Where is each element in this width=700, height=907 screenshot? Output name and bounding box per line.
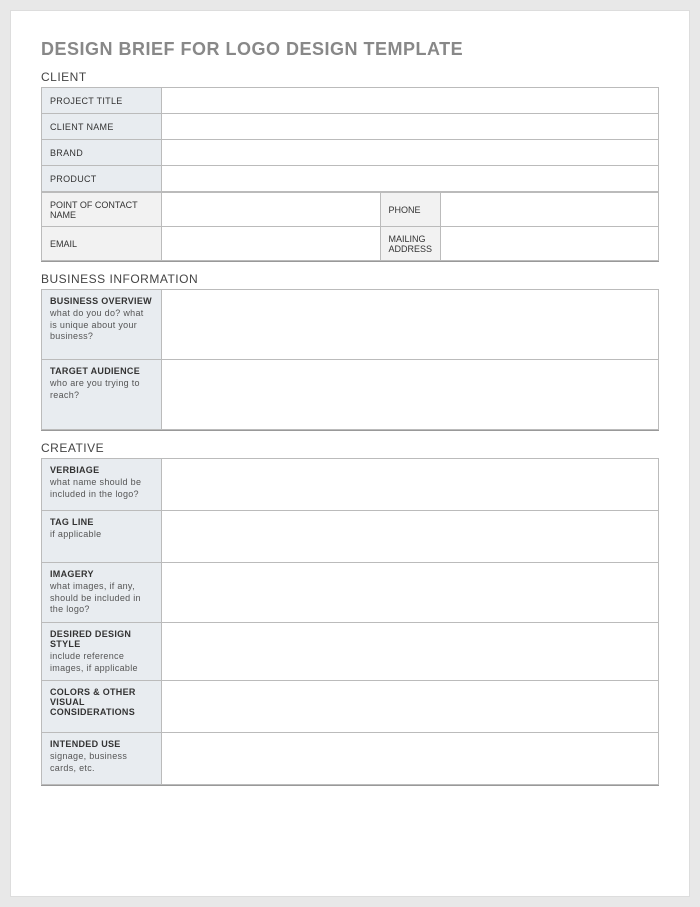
table-row: VERBIAGE what name should be included in… [42, 459, 659, 511]
label-style: DESIRED DESIGN STYLE include reference i… [42, 623, 162, 681]
field-project-title[interactable] [162, 88, 659, 114]
field-target-audience[interactable] [162, 360, 659, 430]
label-strong: COLORS & OTHER VISUAL CONSIDERATIONS [50, 687, 153, 717]
label-colors: COLORS & OTHER VISUAL CONSIDERATIONS [42, 681, 162, 733]
field-phone[interactable] [440, 193, 659, 227]
label-sub: include reference images, if applicable [50, 651, 153, 674]
field-style[interactable] [162, 623, 659, 681]
table-row: INTENDED USE signage, business cards, et… [42, 733, 659, 785]
field-poc-name[interactable] [162, 193, 381, 227]
table-row: TAG LINE if applicable [42, 511, 659, 563]
table-row: CLIENT NAME [42, 114, 659, 140]
label-sub: what images, if any, should be included … [50, 581, 153, 616]
table-row: POINT OF CONTACT NAME PHONE [42, 193, 659, 227]
contact-table: POINT OF CONTACT NAME PHONE EMAIL MAILIN… [41, 192, 659, 261]
label-project-title: PROJECT TITLE [42, 88, 162, 114]
label-product: PRODUCT [42, 166, 162, 192]
label-sub: what name should be included in the logo… [50, 477, 153, 500]
table-row: PRODUCT [42, 166, 659, 192]
label-client-name: CLIENT NAME [42, 114, 162, 140]
section-heading-creative: CREATIVE [41, 441, 659, 455]
table-row: BRAND [42, 140, 659, 166]
label-strong: BUSINESS OVERVIEW [50, 296, 153, 306]
label-strong: TARGET AUDIENCE [50, 366, 153, 376]
table-row: PROJECT TITLE [42, 88, 659, 114]
label-phone: PHONE [380, 193, 440, 227]
field-product[interactable] [162, 166, 659, 192]
field-intended-use[interactable] [162, 733, 659, 785]
label-strong: IMAGERY [50, 569, 153, 579]
client-table: PROJECT TITLE CLIENT NAME BRAND PRODUCT [41, 87, 659, 192]
section-heading-business: BUSINESS INFORMATION [41, 272, 659, 286]
label-poc-name: POINT OF CONTACT NAME [42, 193, 162, 227]
table-row: BUSINESS OVERVIEW what do you do? what i… [42, 290, 659, 360]
label-sub: who are you trying to reach? [50, 378, 153, 401]
business-table-wrap: BUSINESS OVERVIEW what do you do? what i… [41, 289, 659, 431]
field-tagline[interactable] [162, 511, 659, 563]
field-colors[interactable] [162, 681, 659, 733]
field-mailing[interactable] [440, 227, 659, 261]
label-sub: if applicable [50, 529, 153, 541]
label-imagery: IMAGERY what images, if any, should be i… [42, 563, 162, 623]
table-row: IMAGERY what images, if any, should be i… [42, 563, 659, 623]
business-table: BUSINESS OVERVIEW what do you do? what i… [41, 289, 659, 430]
label-verbiage: VERBIAGE what name should be included in… [42, 459, 162, 511]
label-strong: DESIRED DESIGN STYLE [50, 629, 153, 649]
table-row: EMAIL MAILING ADDRESS [42, 227, 659, 261]
field-client-name[interactable] [162, 114, 659, 140]
label-intended-use: INTENDED USE signage, business cards, et… [42, 733, 162, 785]
field-brand[interactable] [162, 140, 659, 166]
field-imagery[interactable] [162, 563, 659, 623]
label-strong: TAG LINE [50, 517, 153, 527]
label-email: EMAIL [42, 227, 162, 261]
field-business-overview[interactable] [162, 290, 659, 360]
label-strong: INTENDED USE [50, 739, 153, 749]
label-sub: signage, business cards, etc. [50, 751, 153, 774]
client-table-wrap: PROJECT TITLE CLIENT NAME BRAND PRODUCT … [41, 87, 659, 262]
page-title: DESIGN BRIEF FOR LOGO DESIGN TEMPLATE [41, 39, 659, 60]
label-strong: VERBIAGE [50, 465, 153, 475]
label-mailing: MAILING ADDRESS [380, 227, 440, 261]
creative-table: VERBIAGE what name should be included in… [41, 458, 659, 785]
label-tagline: TAG LINE if applicable [42, 511, 162, 563]
label-sub: what do you do? what is unique about you… [50, 308, 153, 343]
label-brand: BRAND [42, 140, 162, 166]
label-business-overview: BUSINESS OVERVIEW what do you do? what i… [42, 290, 162, 360]
table-row: TARGET AUDIENCE who are you trying to re… [42, 360, 659, 430]
table-row: DESIRED DESIGN STYLE include reference i… [42, 623, 659, 681]
creative-table-wrap: VERBIAGE what name should be included in… [41, 458, 659, 786]
field-email[interactable] [162, 227, 381, 261]
document-page: DESIGN BRIEF FOR LOGO DESIGN TEMPLATE CL… [10, 10, 690, 897]
section-heading-client: CLIENT [41, 70, 659, 84]
table-row: COLORS & OTHER VISUAL CONSIDERATIONS [42, 681, 659, 733]
field-verbiage[interactable] [162, 459, 659, 511]
label-target-audience: TARGET AUDIENCE who are you trying to re… [42, 360, 162, 430]
